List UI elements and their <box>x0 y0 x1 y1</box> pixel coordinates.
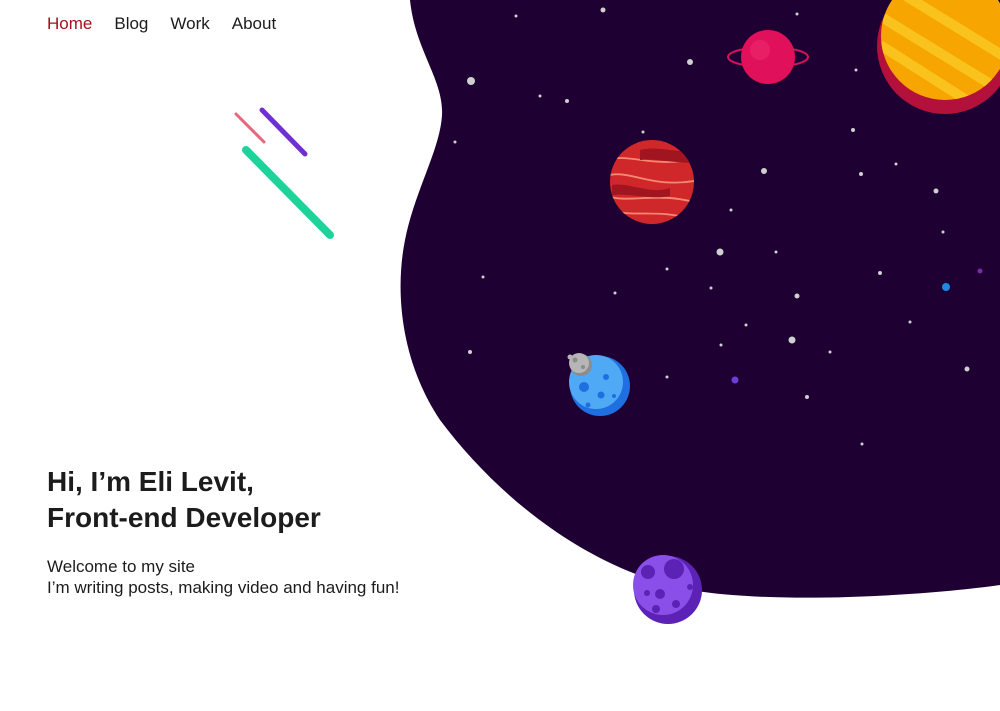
nav-item-work[interactable]: Work <box>170 14 209 34</box>
nav-item-home[interactable]: Home <box>47 14 92 34</box>
hero-subtitle-line2: I’m writing posts, making video and havi… <box>47 578 400 597</box>
shooting-stars <box>234 107 334 239</box>
hero-section: Hi, I’m Eli Levit, Front-end Developer W… <box>47 464 399 598</box>
hero-subtitle-line1: Welcome to my site <box>47 557 196 576</box>
space-illustration <box>234 0 1000 624</box>
nav-item-blog[interactable]: Blog <box>114 14 148 34</box>
hero-title-line2: Front-end Developer <box>47 502 321 533</box>
main-nav: Home Blog Work About <box>47 14 276 34</box>
nav-item-about[interactable]: About <box>232 14 276 34</box>
hero-subtitle: Welcome to my site I’m writing posts, ma… <box>47 556 399 598</box>
hero-title-line1: Hi, I’m Eli Levit, <box>47 466 254 497</box>
hero-title: Hi, I’m Eli Levit, Front-end Developer <box>47 464 399 536</box>
